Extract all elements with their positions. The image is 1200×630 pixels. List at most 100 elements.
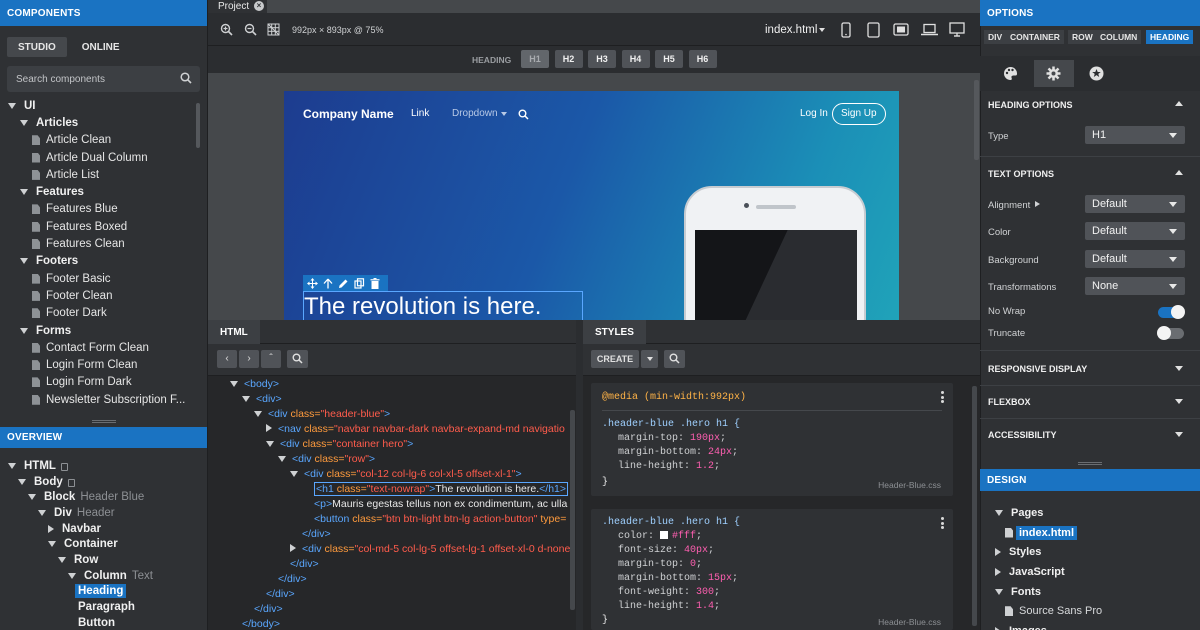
tree-item[interactable]: Article List (0, 166, 196, 183)
overview-node[interactable]: Button (0, 615, 207, 630)
css-rule-media[interactable]: @media (min-width:992px) .header-blue .h… (591, 383, 953, 496)
tree-item[interactable]: Contact Form Clean (0, 339, 196, 356)
tablet-landscape-icon[interactable] (893, 23, 909, 36)
design-node[interactable]: Pages (980, 503, 1200, 523)
tree-item[interactable]: Features Boxed (0, 218, 196, 235)
chevron-down-icon[interactable] (1175, 399, 1183, 404)
css-declaration[interactable]: font-weight: 300; (618, 586, 738, 600)
chevron-down-icon[interactable] (1175, 366, 1183, 371)
palette-icon[interactable] (1003, 66, 1018, 81)
chevron-down-icon[interactable] (995, 588, 1003, 595)
overview-node[interactable]: Paragraph (0, 599, 207, 615)
delete-icon[interactable] (370, 277, 380, 289)
search-components-input[interactable]: Search components (7, 66, 200, 92)
overview-node[interactable]: Body (0, 474, 207, 490)
styles-tab[interactable]: STYLES (583, 320, 646, 344)
move-icon[interactable] (307, 277, 318, 289)
brand-name[interactable]: Company Name (303, 107, 394, 121)
grid-toggle-icon[interactable] (267, 23, 280, 36)
overview-node[interactable]: Block Header Blue (0, 489, 207, 505)
phone-device-icon[interactable] (841, 22, 851, 38)
chevron-down-icon[interactable] (20, 327, 28, 334)
laptop-device-icon[interactable] (921, 23, 938, 36)
chevron-right-icon[interactable] (266, 424, 272, 432)
html-tab[interactable]: HTML (208, 320, 260, 344)
chevron-right-icon[interactable] (48, 524, 54, 533)
chevron-right-icon[interactable] (1035, 201, 1040, 207)
selected-heading-outline[interactable]: The revolution is here. (303, 291, 583, 320)
duplicate-icon[interactable] (354, 277, 365, 289)
star-icon[interactable] (1089, 66, 1104, 81)
heading-h2-button[interactable]: H2 (554, 50, 583, 68)
tree-item[interactable]: Footer Dark (0, 305, 196, 322)
page-select[interactable]: index.html (765, 24, 817, 36)
css-declaration[interactable]: margin-bottom: 24px; (618, 446, 738, 460)
css-declaration[interactable]: color: #fff; (618, 530, 738, 544)
code-line[interactable]: <button class="btn btn-light btn-lg acti… (302, 512, 566, 527)
chevron-right-icon[interactable] (995, 567, 1001, 576)
css-declaration[interactable]: margin-top: 0; (618, 558, 738, 572)
code-line[interactable]: <body> (230, 377, 279, 392)
tree-item[interactable]: Article Clean (0, 132, 196, 149)
heading-h4-button[interactable]: H4 (621, 50, 650, 68)
chevron-up-icon[interactable] (1175, 170, 1183, 175)
options-tab-div[interactable]: DIV (984, 30, 1007, 44)
text-options-title[interactable]: TEXT OPTIONS (988, 169, 1054, 179)
code-line[interactable]: </div> (242, 602, 283, 617)
tree-item[interactable]: Newsletter Subscription F... (0, 391, 196, 408)
edit-icon[interactable] (338, 278, 349, 289)
heading-h5-button[interactable]: H5 (655, 50, 683, 68)
color-swatch[interactable] (660, 531, 669, 539)
overview-node[interactable]: Container (0, 536, 207, 552)
create-button[interactable]: CREATE (591, 350, 639, 368)
chevron-down-icon[interactable] (38, 509, 46, 516)
html-scrollbar[interactable] (570, 410, 575, 610)
chevron-up-icon[interactable] (1175, 101, 1183, 106)
code-line[interactable]: <div class="col-12 col-lg-6 col-xl-5 off… (290, 467, 522, 482)
tree-group[interactable]: Articles (0, 114, 196, 131)
zoom-in-icon[interactable] (220, 23, 233, 36)
css-declaration[interactable]: line-height: 1.4; (618, 600, 738, 614)
responsive-display-title[interactable]: RESPONSIVE DISPLAY (988, 364, 1087, 374)
chevron-down-icon[interactable] (20, 258, 28, 265)
css-declaration[interactable]: font-size: 40px; (618, 544, 738, 558)
settings-tab[interactable] (1034, 60, 1074, 87)
chevron-down-icon[interactable] (48, 541, 56, 548)
chevron-down-icon[interactable] (230, 381, 238, 387)
code-line[interactable]: <div class="container hero"> (266, 437, 413, 452)
tree-group[interactable]: Footers (0, 253, 196, 270)
nav-link[interactable]: Link (411, 108, 429, 119)
options-tab-container[interactable]: CONTAINER (1006, 30, 1064, 44)
create-dropdown-button[interactable] (641, 350, 658, 368)
login-link[interactable]: Log In (800, 108, 828, 119)
tree-group[interactable]: UI (0, 97, 196, 114)
code-line[interactable]: <p>Mauris egestas tellus non ex condimen… (302, 497, 567, 512)
design-node[interactable]: Fonts (980, 582, 1200, 602)
chevron-down-icon[interactable] (1175, 432, 1183, 437)
heading-h3-button[interactable]: H3 (588, 50, 616, 68)
html-search-button[interactable] (287, 350, 308, 368)
overview-node[interactable]: Navbar (0, 521, 207, 537)
code-line[interactable]: </div> (290, 527, 331, 542)
css-declaration[interactable]: line-height: 1.2; (618, 460, 738, 474)
tablet-device-icon[interactable] (867, 22, 880, 38)
code-line[interactable]: <div class="header-blue"> (254, 407, 390, 422)
color-select[interactable]: Default (1085, 222, 1185, 240)
css-declaration[interactable]: margin-bottom: 15px; (618, 572, 738, 586)
tree-item[interactable]: Login Form Clean (0, 356, 196, 373)
overview-node[interactable]: Div Header (0, 505, 207, 521)
chevron-down-icon[interactable] (278, 456, 286, 462)
heading-h1-button[interactable]: H1 (521, 50, 549, 68)
desktop-device-icon[interactable] (949, 22, 965, 37)
project-tab[interactable]: Project × (208, 0, 267, 13)
components-scrollbar[interactable] (196, 103, 200, 148)
chevron-down-icon[interactable] (290, 471, 298, 477)
type-select[interactable]: H1 (1085, 126, 1185, 144)
design-node[interactable]: JavaScript (980, 562, 1200, 582)
accessibility-title[interactable]: ACCESSIBILITY (988, 430, 1057, 440)
code-line[interactable]: </div> (278, 557, 319, 572)
alignment-select[interactable]: Default (1085, 195, 1185, 213)
heading-h6-button[interactable]: H6 (688, 50, 717, 68)
chevron-right-icon[interactable] (290, 544, 296, 552)
overview-node[interactable]: HTML (0, 458, 207, 474)
